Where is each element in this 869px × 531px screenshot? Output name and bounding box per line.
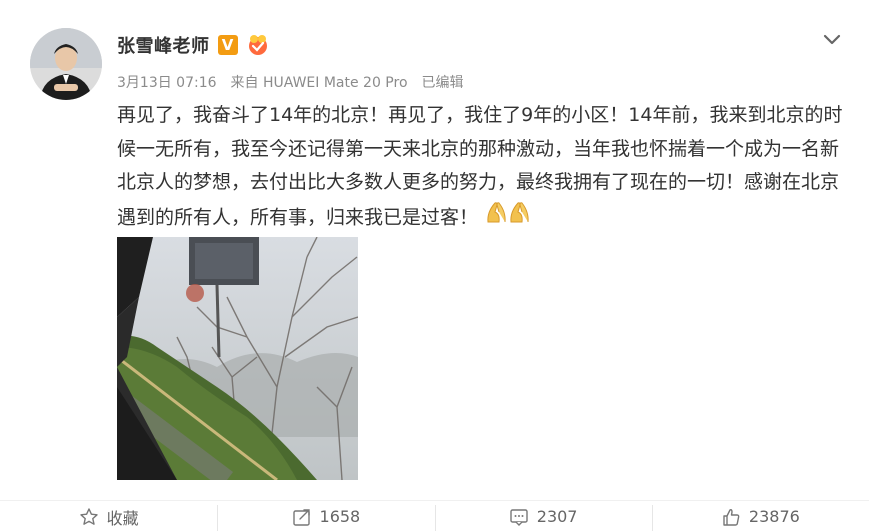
post-source: 来自 HUAWEI Mate 20 Pro: [230, 75, 408, 91]
post-photo[interactable]: [117, 237, 358, 480]
like-count: 23876: [748, 507, 800, 526]
post-date[interactable]: 3月13日 07:16: [117, 72, 217, 92]
author-row: 张雪峰老师 V: [117, 32, 270, 58]
chevron-down-icon[interactable]: [821, 28, 843, 50]
praying-hands-icon: [484, 200, 532, 236]
verified-badge-icon: V: [217, 35, 238, 55]
level-badge-icon: [246, 34, 270, 56]
action-bar: 收藏 1658 2307 23876: [0, 500, 869, 531]
edited-label[interactable]: 已编辑: [422, 72, 464, 92]
star-icon: [79, 507, 99, 527]
author-name[interactable]: 张雪峰老师: [117, 32, 210, 58]
repost-icon: [292, 507, 312, 527]
comment-button[interactable]: 2307: [434, 501, 652, 531]
comment-count: 2307: [536, 507, 578, 526]
post-text: 再见了，我奋斗了14年的北京！再见了，我住了9年的小区！14年前，我来到北京的时…: [117, 99, 847, 235]
post-meta: 3月13日 07:16 来自 HUAWEI Mate 20 Pro 已编辑: [117, 72, 464, 92]
avatar[interactable]: [30, 28, 102, 100]
weibo-post-card: 张雪峰老师 V 3月13日 07:16 来自 HUAWEI Mate 20 Pr…: [0, 0, 869, 531]
favorite-label: 收藏: [106, 508, 139, 528]
favorite-button[interactable]: 收藏: [0, 501, 217, 531]
repost-button[interactable]: 1658: [217, 501, 434, 531]
repost-count: 1658: [319, 507, 361, 526]
like-button[interactable]: 23876: [651, 501, 869, 531]
comment-icon: [509, 507, 529, 527]
post-body: 再见了，我奋斗了14年的北京！再见了，我住了9年的小区！14年前，我来到北京的时…: [117, 104, 843, 228]
like-icon: [721, 507, 741, 527]
